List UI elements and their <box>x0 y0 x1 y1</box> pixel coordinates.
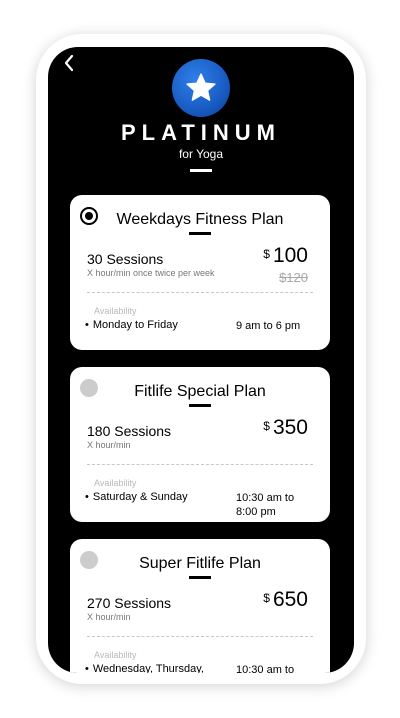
availability-hours: 10:30 am to <box>236 664 295 673</box>
price-amount: 100 <box>272 244 308 267</box>
availability-days: Saturday & Sunday <box>85 491 210 503</box>
plan-sessions: 30 Sessions <box>87 251 164 267</box>
plan-sessions: 180 Sessions <box>87 423 172 439</box>
plan-card-weekdays[interactable]: Weekdays Fitness Plan 30 Sessions X hour… <box>70 195 330 350</box>
availability-days: Monday to Friday <box>85 319 210 331</box>
price-amount: 650 <box>272 588 308 611</box>
plan-name-underline <box>189 404 211 407</box>
currency-symbol: $ <box>263 591 270 605</box>
availability-hours: 9 am to 6 pm <box>236 320 301 332</box>
currency-symbol: $ <box>263 419 270 433</box>
plan-old-price: $120 <box>279 270 308 285</box>
plan-sessions-detail: X hour/min <box>87 440 131 450</box>
back-button[interactable] <box>57 51 81 75</box>
availability-label: Availability <box>94 306 137 316</box>
plan-card-super-fitlife[interactable]: Super Fitlife Plan 270 Sessions X hour/m… <box>70 539 330 673</box>
page-subtitle: for Yoga <box>178 147 224 161</box>
plan-sessions-detail: X hour/min once twice per week <box>87 268 215 278</box>
availability-hours: 10:30 am to 8:00 pm <box>236 492 295 518</box>
availability-days: Wednesday, Thursday, <box>85 663 210 673</box>
page-title: PLATINUM <box>120 120 282 145</box>
divider <box>87 464 313 465</box>
plan-name-underline <box>189 576 211 579</box>
plan-price: $650 <box>263 588 308 612</box>
app-screen: PLATINUM for Yoga Weekdays Fitness Plan … <box>48 47 354 673</box>
plan-card-fitlife-special[interactable]: Fitlife Special Plan 180 Sessions X hour… <box>70 367 330 522</box>
availability-label: Availability <box>94 650 137 660</box>
plan-name: Fitlife Special Plan <box>134 383 266 400</box>
plan-name-underline <box>189 232 211 235</box>
plan-price: $350 <box>263 416 308 440</box>
availability-label: Availability <box>94 478 137 488</box>
plan-name: Super Fitlife Plan <box>139 555 261 572</box>
platinum-badge <box>172 59 230 117</box>
title-underline <box>190 169 212 172</box>
plan-price: $100 <box>263 244 308 268</box>
plan-sessions-detail: X hour/min <box>87 612 131 622</box>
currency-symbol: $ <box>263 247 270 261</box>
price-amount: 350 <box>272 416 308 439</box>
divider <box>87 636 313 637</box>
star-icon <box>186 73 216 101</box>
plan-name: Weekdays Fitness Plan <box>116 211 284 228</box>
chevron-left-icon <box>64 54 74 72</box>
plan-sessions: 270 Sessions <box>87 595 172 611</box>
divider <box>87 292 313 293</box>
